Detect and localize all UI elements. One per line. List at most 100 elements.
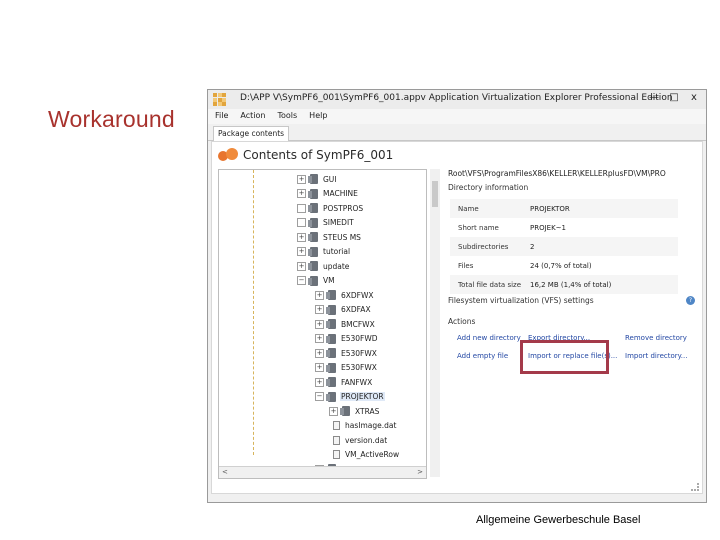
tree-item-label: BMCFWX	[341, 319, 375, 329]
folder-icon	[308, 188, 318, 199]
expander-icon[interactable]: +	[315, 319, 324, 329]
help-icon[interactable]: ?	[686, 296, 695, 305]
tree-item-label: version.dat	[345, 435, 388, 445]
footer-text: Allgemeine Gewerbeschule Basel	[476, 514, 641, 526]
expander-icon[interactable]: +	[315, 363, 324, 372]
tree-item-label: hasImage.dat	[345, 421, 397, 430]
menu-file[interactable]: File	[208, 109, 233, 124]
tree-folder-item[interactable]: − VM	[297, 274, 336, 288]
tree-item-label: MACHINE	[323, 189, 358, 198]
property-row: Name PROJEKTOR	[450, 199, 678, 218]
tree-item-label: 6XDFAX	[341, 305, 371, 314]
slide-title: Workaround	[48, 106, 175, 132]
tree-folder-item[interactable]: +6XDFAX	[315, 303, 372, 317]
folder-icon	[326, 391, 336, 402]
remove-directory-link[interactable]: Remove directory	[625, 334, 687, 342]
folder-icon	[308, 203, 318, 213]
menu-bar: File Action Tools Help	[208, 109, 706, 124]
expander-icon[interactable]	[297, 218, 306, 227]
tree-folder-item[interactable]: + MACHINE	[297, 187, 359, 201]
tree-folder-item[interactable]: +6XDFWX	[315, 288, 375, 302]
tree-item-label: update	[323, 261, 350, 271]
tree-folder-item[interactable]: SIMEDIT	[297, 216, 355, 230]
tree-folder-item[interactable]: + update	[297, 259, 350, 273]
tab-package-contents[interactable]: Package contents	[213, 126, 290, 141]
highlight-box	[520, 340, 609, 374]
folder-icon	[326, 348, 336, 358]
tree-item-label: PROJEKTOR	[340, 392, 385, 401]
app-logo-icon	[213, 93, 226, 106]
tree-item-label: VM	[323, 276, 335, 285]
tree-file-item[interactable]: hasImage.dat	[329, 419, 397, 433]
menu-tools[interactable]: Tools	[270, 109, 302, 124]
folder-icon	[308, 232, 318, 242]
expander-icon[interactable]: +	[297, 247, 306, 256]
expander-icon[interactable]: +	[315, 290, 324, 300]
expander-icon[interactable]: +	[297, 261, 306, 271]
folder-icon	[340, 406, 350, 416]
tree-item-label: FANFWX	[341, 377, 373, 387]
app-window: D:\APP V\SymPF6_001\SymPF6_001.appv Appl…	[207, 89, 707, 503]
property-value: PROJEK~1	[530, 223, 566, 232]
tree-horizontal-scrollbar[interactable]: < >	[219, 466, 426, 478]
tree-folder-item[interactable]: + BMCFWX	[315, 317, 376, 331]
properties-table: Name PROJEKTOR Short name PROJEK~1 Subdire…	[450, 199, 678, 294]
expander-icon[interactable]: +	[315, 334, 324, 343]
tree-file-item[interactable]: VM_ActiveRow	[329, 448, 400, 462]
tree-item-label: SIMEDIT	[323, 218, 354, 227]
info-vertical-scrollbar[interactable]	[430, 169, 440, 477]
tree-folder-item[interactable]: + STEUS MS	[297, 230, 362, 244]
tree-folder-item[interactable]: + XTRAS	[329, 404, 380, 418]
directory-info-panel: Root\VFS\ProgramFilesX86\KELLER\KELLERpl…	[430, 169, 702, 477]
tree-folder-item[interactable]: + FANFWX	[315, 375, 373, 389]
property-name: Total file data size	[458, 280, 522, 289]
expander-icon[interactable]: +	[315, 348, 324, 358]
import-directory-link[interactable]: Import directory...	[625, 352, 687, 360]
tree-item-label: E530FWD	[341, 334, 378, 343]
property-value: PROJEKTOR	[530, 204, 570, 213]
tree-folder-item[interactable]: + E530FWD	[315, 332, 379, 346]
expander-icon[interactable]: +	[315, 377, 324, 387]
expander-icon[interactable]: +	[329, 406, 338, 416]
expander-icon[interactable]: −	[297, 276, 306, 285]
tree-folder-item[interactable]: + E530FWX	[315, 361, 378, 375]
resize-grip[interactable]	[691, 483, 699, 491]
folder-icon	[308, 217, 318, 228]
tree-item-label: XTRAS	[355, 406, 380, 416]
close-button[interactable]: x	[684, 91, 704, 105]
tree-guide-line	[253, 170, 254, 455]
property-row: Short name PROJEK~1	[450, 218, 678, 237]
tree-folder-item[interactable]: POSTPROS	[297, 201, 364, 215]
menu-action[interactable]: Action	[233, 109, 270, 124]
folder-icon	[326, 304, 336, 315]
expander-icon[interactable]: +	[315, 305, 324, 314]
section-title: Directory information	[448, 183, 529, 192]
tree-folder-item[interactable]: − PROJEKTOR	[315, 390, 385, 404]
folder-icon	[308, 174, 318, 184]
add-new-directory-link[interactable]: Add new directory	[457, 334, 521, 342]
content-panel: Contents of SymPF6_001 + GUI + MACHINE POSTP…	[211, 141, 703, 494]
directory-path: Root\VFS\ProgramFilesX86\KELLER\KELLERpl…	[448, 169, 666, 178]
minimize-button[interactable]: —	[644, 91, 664, 105]
window-title: D:\APP V\SymPF6_001\SymPF6_001.appv Appl…	[240, 93, 673, 103]
tree-item-label: GUI	[323, 174, 337, 184]
tree-item-label: E530FWX	[341, 363, 377, 372]
expander-icon[interactable]: +	[297, 189, 306, 198]
tree-file-item[interactable]: version.dat	[329, 433, 388, 447]
expander-icon[interactable]: +	[297, 232, 306, 242]
package-tree[interactable]: + GUI + MACHINE POSTPROS SIMEDIT + STEUS MS + tut…	[218, 169, 427, 479]
scroll-right-icon[interactable]: >	[417, 468, 423, 476]
expander-icon[interactable]	[297, 203, 306, 213]
maximize-button[interactable]: □	[664, 91, 684, 105]
folder-icon	[308, 261, 318, 271]
tree-folder-item[interactable]: + tutorial	[297, 245, 351, 259]
menu-help[interactable]: Help	[302, 109, 332, 124]
add-empty-file-link[interactable]: Add empty file	[457, 352, 508, 360]
tree-folder-item[interactable]: + E530FWX	[315, 346, 378, 360]
expander-icon[interactable]: −	[315, 392, 324, 401]
scroll-left-icon[interactable]: <	[222, 468, 228, 476]
folder-icon	[326, 333, 336, 344]
vfs-settings-label[interactable]: Filesystem virtualization (VFS) settings	[448, 296, 594, 305]
expander-icon[interactable]: +	[297, 174, 306, 184]
tree-folder-item[interactable]: + GUI	[297, 172, 338, 186]
